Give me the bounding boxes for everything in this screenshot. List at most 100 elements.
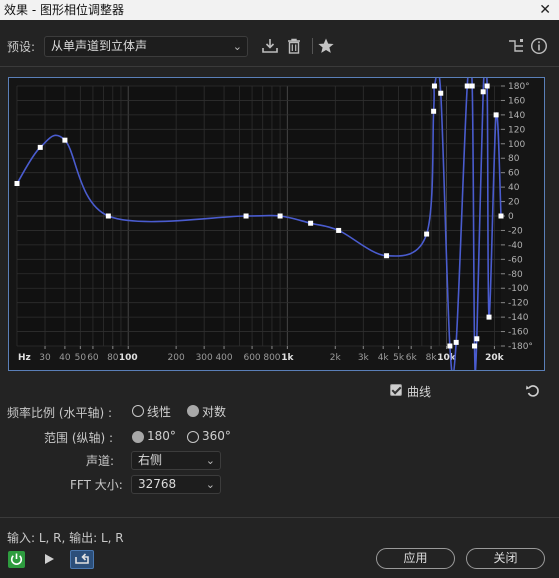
chevron-down-icon: ⌄ <box>232 40 242 53</box>
control-point[interactable] <box>105 213 111 219</box>
control-point[interactable] <box>486 314 492 320</box>
chevron-down-icon: ⌄ <box>205 454 215 467</box>
phase-graph[interactable]: Hz 30 40 50 60 80 100 200 300 400 600 800 1k 2k 3k 4k 5k… <box>8 77 545 371</box>
x-tick-label: 3k <box>358 353 370 363</box>
radio-linear[interactable] <box>132 405 144 417</box>
x-tick-label: 6k <box>406 353 418 363</box>
y-tick-label: -60 <box>508 255 523 265</box>
y-tick-label: 20 <box>508 198 520 208</box>
y-tick-label: -140 <box>508 313 529 323</box>
y-tick-label: 40 <box>508 183 520 193</box>
radio-180[interactable] <box>132 431 144 443</box>
y-tick-label: 140 <box>508 111 525 121</box>
y-tick-label: 60 <box>508 169 520 179</box>
control-point[interactable] <box>493 112 499 118</box>
window-title: 效果 - 图形相位调整器 <box>4 3 124 17</box>
preset-dropdown[interactable]: 从单声道到立体声 ⌄ <box>44 36 248 57</box>
x-tick-label: 60 <box>87 353 99 363</box>
x-tick-label: 20k <box>485 353 505 363</box>
x-tick-label: 10k <box>437 353 457 363</box>
control-point[interactable] <box>453 339 459 345</box>
fft-label: FFT 大小: <box>70 478 123 492</box>
info-icon[interactable] <box>530 37 548 55</box>
title-bar: 效果 - 图形相位调整器 ✕ <box>0 0 559 20</box>
power-button[interactable] <box>8 551 25 568</box>
control-point[interactable] <box>384 253 390 259</box>
control-point[interactable] <box>62 137 68 143</box>
control-point[interactable] <box>498 213 504 219</box>
divider <box>0 517 559 518</box>
toolbar-separator <box>312 38 313 54</box>
x-tick-label: 100 <box>119 353 138 363</box>
control-point[interactable] <box>424 231 430 237</box>
control-point[interactable] <box>14 181 20 186</box>
y-tick-label: 80 <box>508 154 520 164</box>
x-tick-label: 30 <box>39 353 51 363</box>
control-point[interactable] <box>472 343 478 349</box>
trash-icon[interactable] <box>285 37 303 55</box>
close-icon[interactable]: ✕ <box>539 0 551 20</box>
x-tick-label: 40 <box>59 353 71 363</box>
control-point[interactable] <box>37 144 43 150</box>
control-point[interactable] <box>464 83 470 89</box>
x-tick-label: 1k <box>281 353 294 363</box>
range-label: 范围 (纵轴) : <box>44 431 114 445</box>
x-tick-label: 50 <box>75 353 87 363</box>
fft-dropdown[interactable]: 32768 ⌄ <box>131 475 221 494</box>
y-tick-label: -40 <box>508 241 523 251</box>
radio-log[interactable] <box>187 405 199 417</box>
control-point[interactable] <box>431 108 437 114</box>
control-point[interactable] <box>469 83 475 89</box>
y-tick-label: -180° <box>508 342 533 352</box>
x-tick-label: 80 <box>107 353 119 363</box>
radio-360[interactable] <box>187 431 199 443</box>
routing-icon[interactable] <box>507 37 525 55</box>
fft-value: 32768 <box>138 477 177 491</box>
control-point[interactable] <box>438 90 444 96</box>
channel-dropdown[interactable]: 右侧 ⌄ <box>131 451 221 470</box>
y-tick-label: 0 <box>508 212 514 222</box>
radio-180-label: 180° <box>147 429 176 443</box>
curve-label: 曲线 <box>407 385 432 399</box>
control-point[interactable] <box>447 343 453 349</box>
phase-graph-canvas[interactable]: Hz 30 40 50 60 80 100 200 300 400 600 800 1k 2k 3k 4k 5k… <box>9 78 544 370</box>
play-icon[interactable] <box>42 552 56 566</box>
reset-icon[interactable] <box>525 383 541 399</box>
x-tick-label: 8k <box>426 353 438 363</box>
x-tick-label: 2k <box>330 353 342 363</box>
apply-button[interactable]: 应用 <box>376 548 455 569</box>
channel-label: 声道: <box>86 454 115 468</box>
y-tick-label: -20 <box>508 226 523 236</box>
control-point[interactable] <box>277 213 283 219</box>
radio-linear-label: 线性 <box>147 405 172 419</box>
channel-value: 右侧 <box>138 453 163 467</box>
loop-button[interactable] <box>70 550 94 569</box>
x-tick-label: 4k <box>378 353 390 363</box>
x-tick-label: 800 <box>263 353 280 363</box>
x-tick-label: 400 <box>215 353 232 363</box>
io-status: 输入: L, R, 输出: L, R <box>7 531 124 545</box>
preset-value: 从单声道到立体声 <box>51 39 148 53</box>
close-button[interactable]: 关闭 <box>466 548 545 569</box>
radio-log-label: 对数 <box>202 405 227 419</box>
chevron-down-icon: ⌄ <box>205 478 215 491</box>
power-icon <box>10 553 23 565</box>
x-tick-label: 200 <box>168 353 185 363</box>
x-tick-label: 600 <box>243 353 260 363</box>
y-tick-label: -160 <box>508 328 529 338</box>
control-point[interactable] <box>431 83 437 89</box>
freq-scale-label: 频率比例 (水平轴) : <box>7 406 113 420</box>
curve-checkbox[interactable] <box>390 384 402 396</box>
control-point[interactable] <box>484 83 490 89</box>
y-tick-label: 180° <box>508 82 530 92</box>
control-point[interactable] <box>480 89 486 95</box>
download-save-icon[interactable] <box>261 37 279 55</box>
control-point[interactable] <box>243 213 249 219</box>
divider <box>0 66 559 67</box>
star-icon[interactable] <box>317 37 335 55</box>
control-point[interactable] <box>474 336 480 342</box>
y-tick-label: -80 <box>508 270 523 280</box>
control-point[interactable] <box>336 227 342 233</box>
y-tick-label: -120 <box>508 299 529 309</box>
control-point[interactable] <box>308 220 314 226</box>
